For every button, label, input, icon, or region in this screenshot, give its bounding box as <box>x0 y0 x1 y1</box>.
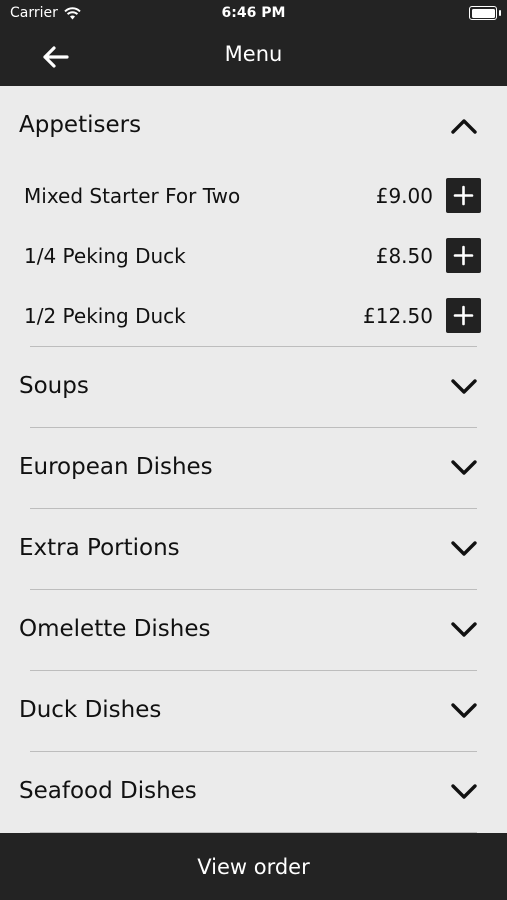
category-header-seafood-dishes[interactable]: Seafood Dishes <box>0 752 507 832</box>
menu-item-row: 1/4 Peking Duck £8.50 <box>0 226 507 286</box>
add-item-button[interactable] <box>446 238 481 273</box>
item-name: Mixed Starter For Two <box>24 184 241 208</box>
item-price: £8.50 <box>375 244 433 268</box>
add-item-button[interactable] <box>446 178 481 213</box>
category-appetisers: Appetisers Mixed Starter For Two £9.00 1… <box>0 86 507 346</box>
chevron-down-icon <box>451 460 477 475</box>
item-name: 1/4 Peking Duck <box>24 244 186 268</box>
status-time: 6:46 PM <box>221 5 286 21</box>
navigation-bar: Menu <box>0 28 507 86</box>
chevron-down-icon <box>451 379 477 394</box>
chevron-down-icon <box>451 622 477 637</box>
menu-list[interactable]: Appetisers Mixed Starter For Two £9.00 1… <box>0 86 507 833</box>
item-price: £12.50 <box>363 304 433 328</box>
plus-icon <box>453 245 474 266</box>
plus-icon <box>453 305 474 326</box>
category-header-soups[interactable]: Soups <box>0 347 507 427</box>
category-header-duck-dishes[interactable]: Duck Dishes <box>0 671 507 751</box>
chevron-up-icon <box>451 119 477 134</box>
add-item-button[interactable] <box>446 298 481 333</box>
menu-item-row: 1/2 Peking Duck £12.50 <box>0 286 507 346</box>
category-title: Omelette Dishes <box>19 616 211 642</box>
chevron-down-icon <box>451 703 477 718</box>
category-title: Extra Portions <box>19 535 180 561</box>
item-name: 1/2 Peking Duck <box>24 304 186 328</box>
chevron-down-icon <box>451 784 477 799</box>
item-price: £9.00 <box>375 184 433 208</box>
battery-icon <box>469 6 501 20</box>
category-title: Duck Dishes <box>19 697 162 723</box>
view-order-button[interactable]: View order <box>0 833 507 900</box>
category-title: Seafood Dishes <box>19 778 197 804</box>
chevron-down-icon <box>451 541 477 556</box>
page-title: Menu <box>224 42 283 66</box>
category-header-european-dishes[interactable]: European Dishes <box>0 428 507 508</box>
status-bar: Carrier 6:46 PM <box>0 0 507 28</box>
category-title: Appetisers <box>19 112 142 138</box>
top-bar: Carrier 6:46 PM Menu <box>0 0 507 86</box>
category-title: Soups <box>19 373 89 399</box>
category-header-omelette-dishes[interactable]: Omelette Dishes <box>0 590 507 670</box>
category-header-extra-portions[interactable]: Extra Portions <box>0 509 507 589</box>
view-order-label: View order <box>197 854 310 879</box>
category-title: European Dishes <box>19 454 213 480</box>
category-header-appetisers[interactable]: Appetisers <box>0 86 507 166</box>
plus-icon <box>453 185 474 206</box>
menu-item-row: Mixed Starter For Two £9.00 <box>0 166 507 226</box>
